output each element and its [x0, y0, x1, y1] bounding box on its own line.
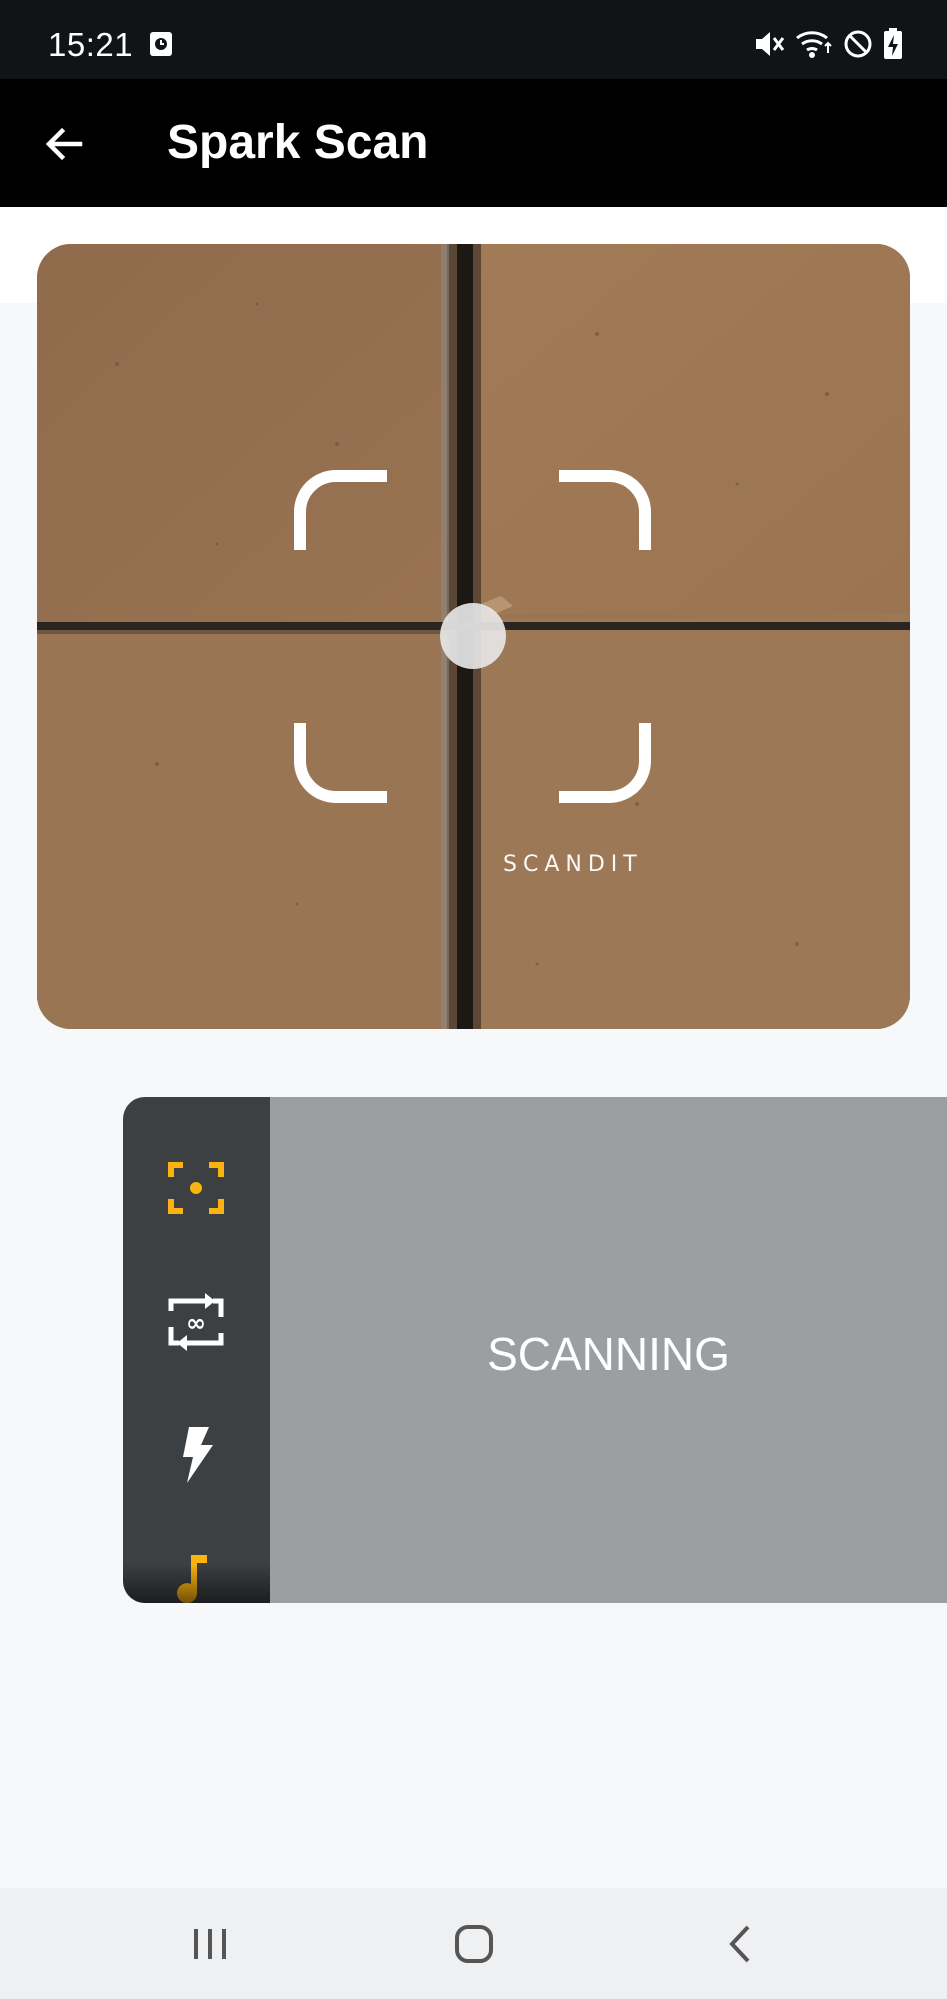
flash-icon — [183, 1427, 213, 1483]
viewfinder-brackets — [294, 470, 651, 803]
scan-status-label: SCANNING — [487, 1328, 730, 1380]
target-mode-icon — [168, 1162, 224, 1214]
home-icon — [455, 1925, 493, 1963]
page-title: Spark Scan — [167, 116, 429, 169]
back-icon — [729, 1925, 750, 1963]
screen-recording-icon — [149, 31, 173, 62]
camera-preview[interactable]: SCANDIT — [37, 244, 910, 1029]
scan-toolbar: ∞ — [123, 1097, 270, 1603]
app-bar: Spark Scan — [0, 79, 947, 207]
arrow-left-icon — [45, 127, 83, 161]
status-time: 15:21 — [48, 26, 134, 63]
spark-scan-widget: ∞ SCANNING — [123, 1097, 947, 1603]
scan-trigger-button[interactable]: SCANNING — [270, 1097, 947, 1603]
flash-button[interactable] — [161, 1419, 231, 1489]
nav-back-button[interactable] — [710, 1916, 770, 1972]
home-button[interactable] — [444, 1916, 504, 1972]
system-nav-bar — [0, 1888, 947, 1999]
wifi-icon — [795, 29, 833, 64]
target-mode-button[interactable] — [161, 1153, 231, 1223]
svg-text:∞: ∞ — [186, 1309, 206, 1337]
continuous-scan-button[interactable]: ∞ — [161, 1287, 231, 1357]
do-not-disturb-icon — [843, 29, 873, 64]
focus-dot — [440, 603, 506, 669]
mute-icon — [753, 29, 785, 64]
status-bar: 15:21 — [0, 0, 947, 79]
toolbar-fade — [123, 1563, 270, 1603]
back-button[interactable] — [40, 119, 90, 169]
continuous-scan-icon: ∞ — [168, 1293, 224, 1351]
recent-apps-icon — [194, 1929, 226, 1959]
scandit-logo: SCANDIT — [503, 852, 643, 877]
battery-charging-icon — [883, 28, 903, 65]
recent-apps-button[interactable] — [180, 1916, 240, 1972]
